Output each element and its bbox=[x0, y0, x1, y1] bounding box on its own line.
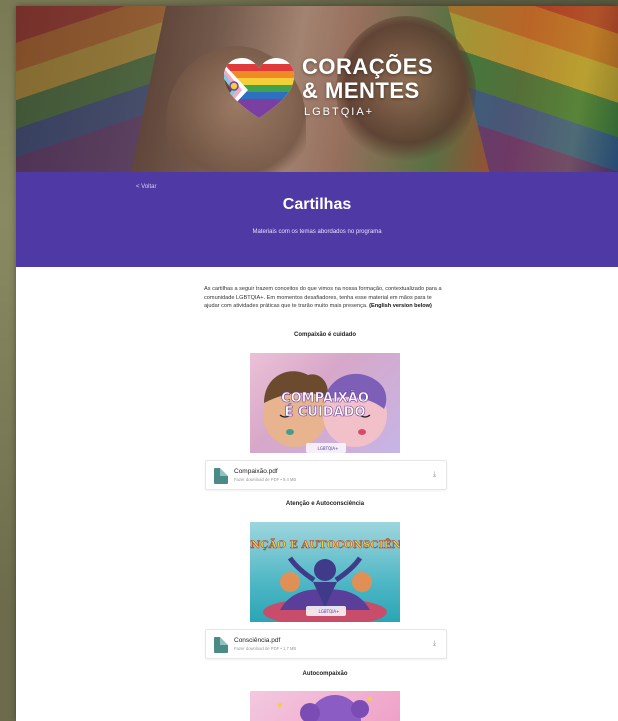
cover-image-compaixao[interactable]: COMPAIXÃO É CUIDADO LGBTQIA+ bbox=[250, 353, 400, 453]
file-name[interactable]: Compaixão.pdf bbox=[234, 468, 278, 475]
cover-text: ATENÇÃO E AUTOCONSCIÊNCIA bbox=[250, 537, 400, 551]
cover-logo-text: LGBTQIA+ bbox=[319, 609, 340, 614]
site-logo[interactable]: CORAÇÕES & MENTES LGBTQIA+ bbox=[222, 54, 433, 124]
file-meta: Fazer download de PDF • 9,4 MB bbox=[234, 477, 297, 482]
section-title-autocompaixao: Autocompaixão bbox=[302, 671, 348, 677]
autocompaixao-illustration bbox=[278, 695, 372, 721]
compaixao-illustration: COMPAIXÃO É CUIDADO LGBTQIA+ bbox=[263, 371, 387, 453]
file-row-compaixao[interactable]: Compaixão.pdf Fazer download de PDF • 9,… bbox=[205, 460, 447, 490]
pdf-file-icon bbox=[214, 468, 228, 484]
file-name[interactable]: Consciência.pdf bbox=[234, 637, 280, 644]
back-link[interactable]: < Voltar bbox=[136, 184, 157, 190]
intro-paragraph: As cartilhas a seguir trazem conceitos d… bbox=[204, 285, 446, 311]
atencao-illustration: ATENÇÃO E AUTOCONSCIÊNCIA LGBTQIA+ bbox=[250, 537, 400, 622]
logo-subtitle: LGBTQIA+ bbox=[304, 106, 375, 118]
pdf-file-icon bbox=[214, 637, 228, 653]
cover-logo-text: LGBTQIA+ bbox=[318, 446, 339, 451]
file-row-atencao[interactable]: Consciência.pdf Fazer download de PDF • … bbox=[205, 629, 447, 659]
english-version-note: (English version below) bbox=[369, 303, 432, 309]
section-title-compaixao: Compaixão é cuidado bbox=[293, 332, 356, 338]
cover-text-line1: COMPAIXÃO bbox=[281, 390, 369, 406]
cover-image-atencao[interactable]: ATENÇÃO E AUTOCONSCIÊNCIA LGBTQIA+ bbox=[250, 522, 400, 622]
download-icon[interactable]: ⤓ bbox=[433, 640, 436, 648]
page-header: < Voltar Cartilhas Materiais com os tema… bbox=[16, 172, 618, 267]
logo-title-line2: & MENTES bbox=[302, 78, 420, 103]
browser-page[interactable]: CORAÇÕES & MENTES LGBTQIA+ < Voltar Cart… bbox=[16, 6, 618, 721]
logo-title-line1: CORAÇÕES bbox=[302, 54, 434, 79]
file-meta: Fazer download de PDF • 1,7 MB bbox=[234, 646, 297, 651]
cover-image-autocompaixao[interactable] bbox=[250, 691, 400, 721]
page-subtitle: Materiais com os temas abordados no prog… bbox=[252, 229, 382, 235]
heart-logo-icon bbox=[224, 58, 294, 118]
hero-banner: CORAÇÕES & MENTES LGBTQIA+ bbox=[16, 6, 618, 172]
section-title-atencao: Atenção e Autoconsciência bbox=[285, 501, 365, 507]
cover-text-line2: É CUIDADO bbox=[284, 404, 365, 420]
download-icon[interactable]: ⤓ bbox=[433, 471, 436, 479]
page-title: Cartilhas bbox=[282, 196, 352, 213]
